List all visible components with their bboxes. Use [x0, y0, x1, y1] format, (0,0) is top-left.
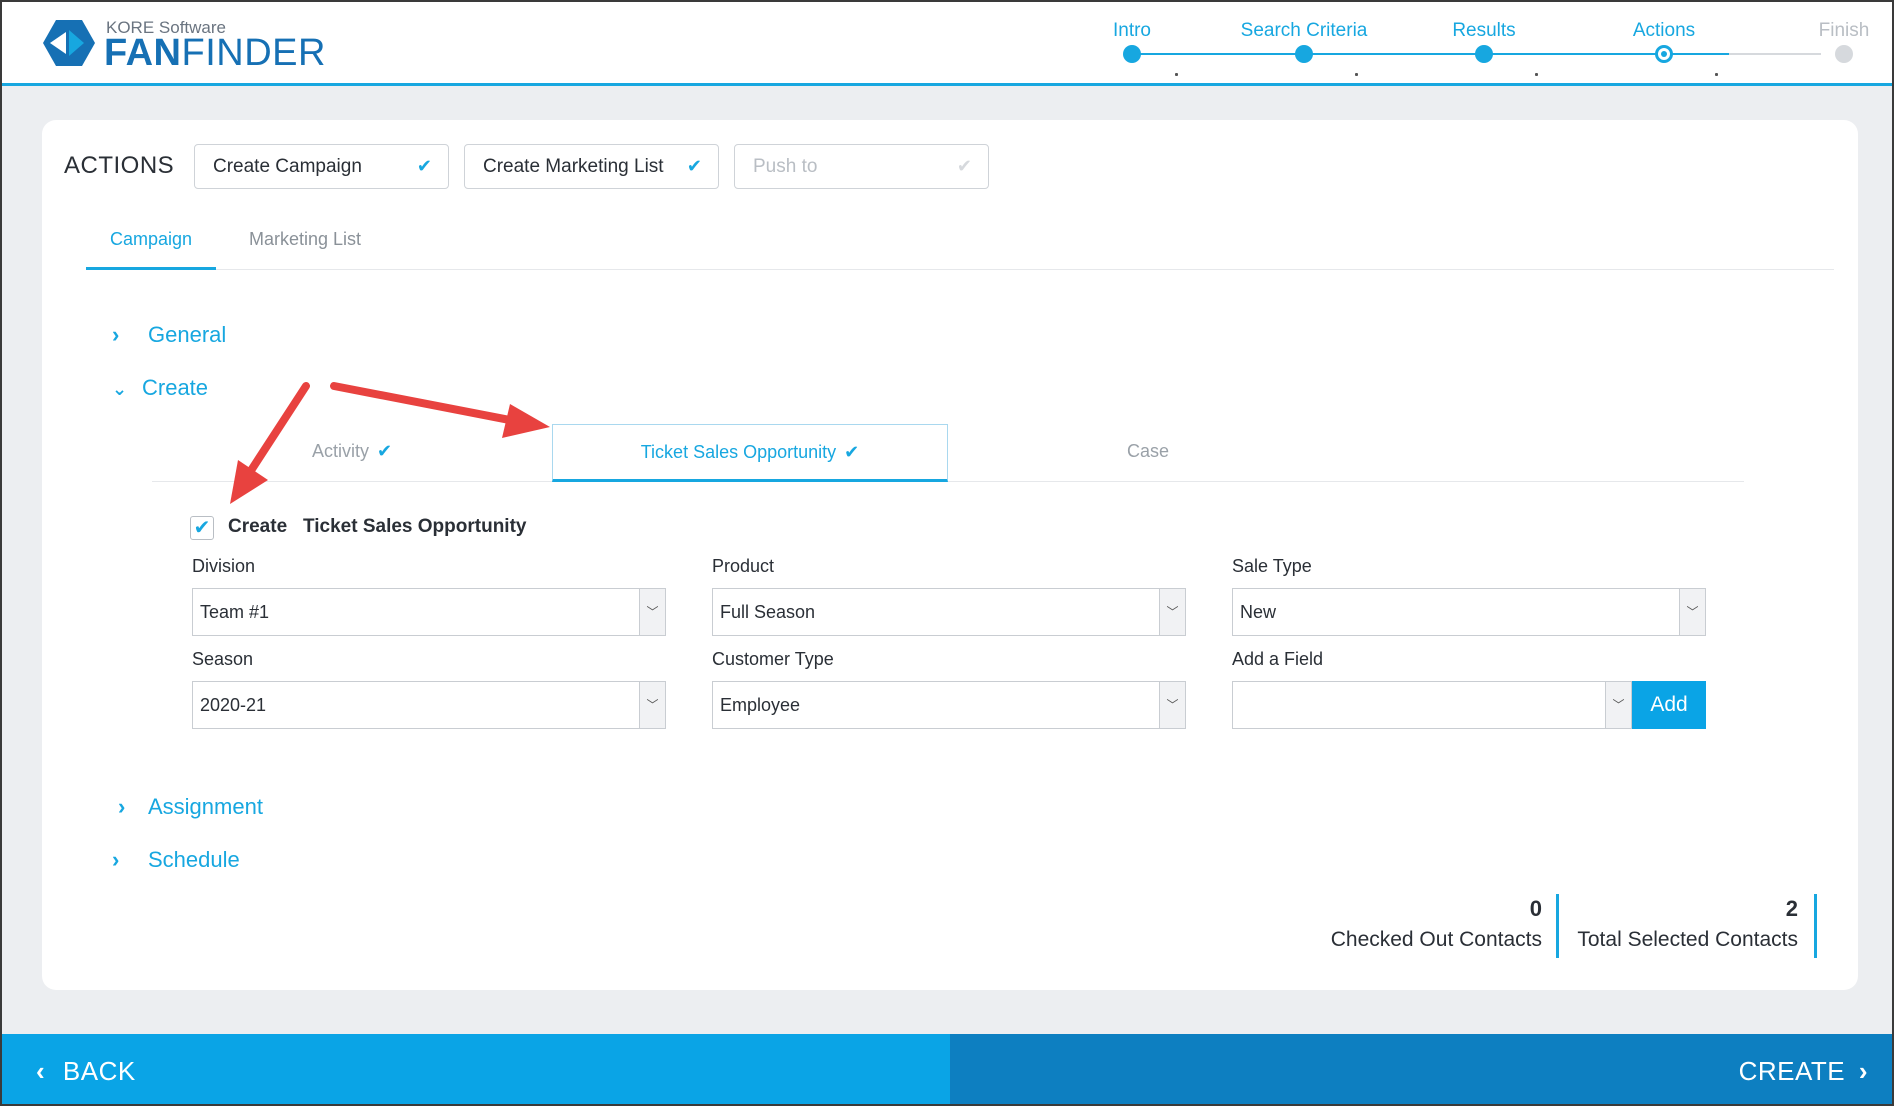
footer: ‹ BACK CREATE › [2, 1034, 1892, 1104]
subtab-case[interactable]: Case [948, 424, 1348, 482]
stat-divider [1814, 894, 1817, 958]
customer-type-select[interactable]: Employee ﹀ [712, 681, 1186, 729]
season-select[interactable]: 2020-21 ﹀ [192, 681, 666, 729]
total-selected-contacts-stat: 2 Total Selected Contacts [1577, 896, 1798, 951]
sale-type-label: Sale Type [1232, 556, 1312, 576]
check-icon: ✔ [376, 441, 393, 461]
product-select[interactable]: Full Season ﹀ [712, 588, 1186, 636]
check-icon: ✔ [956, 156, 972, 176]
chevron-down-icon: ⌄ [112, 379, 128, 399]
header: KORE Software FANFINDER Intro Search Cri… [2, 2, 1892, 86]
step-dot-upcoming [1835, 45, 1853, 63]
season-label: Season [192, 649, 254, 669]
create-subtabs: Activity ✔ Ticket Sales Opportunity ✔ Case [152, 424, 1744, 482]
chevron-down-icon: ﹀ [1679, 589, 1705, 635]
section-schedule[interactable]: › Schedule [112, 847, 240, 873]
step-dot-current [1655, 45, 1673, 63]
check-icon: ✔ [686, 156, 702, 176]
division-select[interactable]: Team #1 ﹀ [192, 588, 666, 636]
chevron-right-icon: › [112, 322, 120, 347]
tab-marketing-list[interactable]: Marketing List [224, 218, 386, 270]
create-campaign-button[interactable]: Create Campaign ✔ [194, 144, 449, 189]
add-field-button[interactable]: Add [1632, 681, 1706, 729]
chevron-right-icon: › [112, 847, 120, 872]
step-finish[interactable]: Finish [1754, 2, 1892, 86]
back-button[interactable]: ‹ BACK [2, 1034, 950, 1104]
stat-divider [1556, 894, 1559, 958]
push-to-button[interactable]: Push to ✔ [734, 144, 989, 189]
customer-type-label: Customer Type [712, 649, 834, 669]
tab-campaign[interactable]: Campaign [86, 218, 216, 270]
step-search-criteria[interactable]: Search Criteria [1214, 2, 1394, 86]
check-icon: ✔ [416, 156, 432, 176]
step-dot [1123, 45, 1141, 63]
app-window: KORE Software FANFINDER Intro Search Cri… [0, 0, 1894, 1106]
check-icon: ✔ [844, 442, 860, 462]
chevron-down-icon: ﹀ [639, 682, 665, 728]
chevron-right-icon: › [118, 794, 126, 819]
product-label: Product [712, 556, 775, 576]
chevron-down-icon: ﹀ [1159, 682, 1185, 728]
sale-type-select[interactable]: New ﹀ [1232, 588, 1706, 636]
add-field-label: Add a Field [1232, 649, 1324, 669]
division-label: Division [192, 556, 256, 576]
step-dot [1295, 45, 1313, 63]
section-general[interactable]: › General [112, 322, 226, 348]
add-field-select[interactable]: ﹀ [1232, 681, 1632, 729]
kore-logo-icon [43, 20, 95, 66]
subtab-ticket-sales-opportunity[interactable]: Ticket Sales Opportunity ✔ [552, 424, 948, 482]
step-dot [1475, 45, 1493, 63]
chevron-right-icon: › [1858, 1056, 1868, 1086]
chevron-down-icon: ﹀ [1605, 682, 1631, 728]
wizard-stepper: Intro Search Criteria Results Actions Fi… [1042, 2, 1869, 86]
create-button[interactable]: CREATE › [950, 1034, 1892, 1104]
create-opportunity-checkbox[interactable]: ✔ [190, 516, 214, 540]
section-assignment[interactable]: › Assignment [118, 794, 263, 820]
chevron-down-icon: ﹀ [1159, 589, 1185, 635]
actions-title: ACTIONS [64, 152, 175, 179]
actions-card: ACTIONS Create Campaign ✔ Create Marketi… [42, 120, 1858, 990]
step-intro[interactable]: Intro [1042, 2, 1222, 86]
section-create[interactable]: ⌄ Create [112, 375, 208, 401]
checked-out-contacts-stat: 0 Checked Out Contacts [1330, 896, 1542, 951]
fanfinder-logo: KORE Software FANFINDER [42, 18, 342, 74]
action-tabs: Campaign Marketing List [86, 218, 1834, 270]
step-results[interactable]: Results [1394, 2, 1574, 86]
subtab-activity[interactable]: Activity ✔ [152, 424, 552, 482]
step-actions[interactable]: Actions [1574, 2, 1754, 86]
chevron-left-icon: ‹ [36, 1056, 46, 1086]
logo-product: FANFINDER [104, 32, 326, 74]
create-marketing-list-button[interactable]: Create Marketing List ✔ [464, 144, 719, 189]
chevron-down-icon: ﹀ [639, 589, 665, 635]
